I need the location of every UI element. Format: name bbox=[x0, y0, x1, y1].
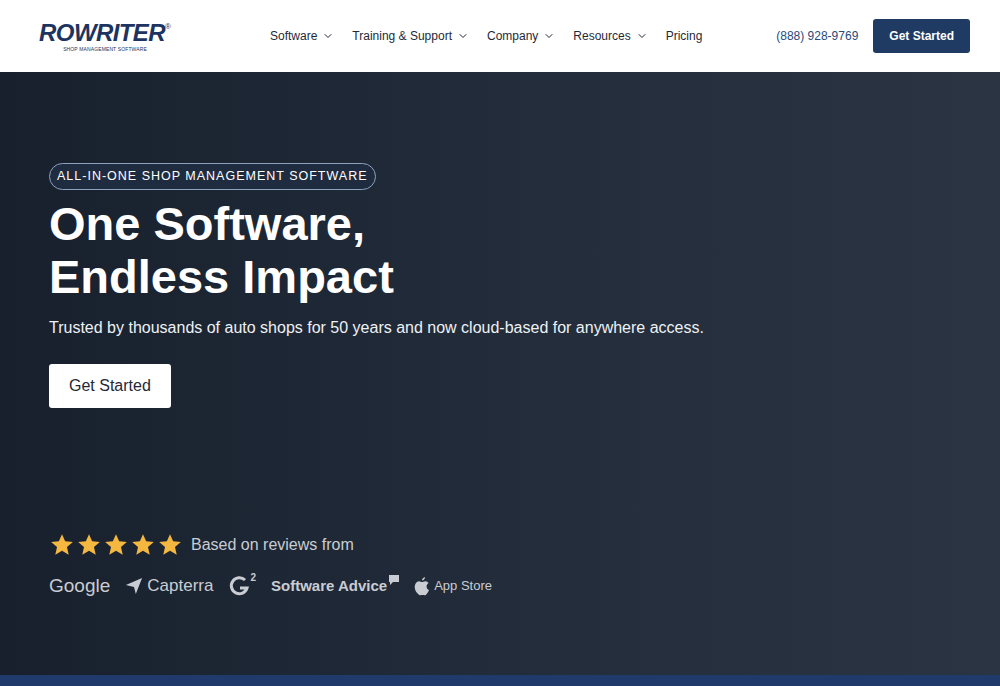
star-icon bbox=[49, 532, 75, 558]
nav-item[interactable]: Company bbox=[487, 27, 555, 45]
hero-subtitle: Trusted by thousands of auto shops for 5… bbox=[49, 316, 951, 340]
google-logo: Google bbox=[49, 572, 110, 601]
logo[interactable]: ROWRITER® SHOP MANAGEMENT SOFTWARE bbox=[30, 21, 180, 52]
g2-logo: 2 bbox=[228, 575, 256, 597]
chevron-down-icon bbox=[543, 30, 555, 42]
nav-item[interactable]: Pricing bbox=[666, 27, 703, 45]
software-advice-logo: Software Advice bbox=[271, 575, 399, 598]
chevron-down-icon bbox=[322, 30, 334, 42]
logo-tagline: SHOP MANAGEMENT SOFTWARE bbox=[63, 47, 147, 52]
app-store-logo: App Store bbox=[414, 576, 492, 596]
phone-number[interactable]: (888) 928-9769 bbox=[776, 27, 858, 45]
main-nav: Software Training & Support Company Resourc… bbox=[270, 27, 702, 45]
review-sources: Google Capterra 2 Software Advice App Store bbox=[49, 572, 951, 601]
bottom-strip bbox=[0, 675, 1000, 686]
star-row bbox=[49, 532, 183, 558]
site-header: ROWRITER® SHOP MANAGEMENT SOFTWARE Softwar… bbox=[0, 0, 1000, 72]
heading-line: Endless Impact bbox=[49, 250, 951, 303]
rating-text: Based on reviews from bbox=[191, 533, 354, 557]
header-cta-button[interactable]: Get Started bbox=[873, 19, 970, 53]
rating: Based on reviews from bbox=[49, 532, 951, 558]
star-icon bbox=[130, 532, 156, 558]
hero-badge: ALL-IN-ONE SHOP MANAGEMENT SOFTWARE bbox=[49, 163, 376, 190]
capterra-logo: Capterra bbox=[125, 573, 213, 599]
hero: ALL-IN-ONE SHOP MANAGEMENT SOFTWARE One S… bbox=[0, 72, 1000, 675]
star-icon bbox=[103, 532, 129, 558]
nav-item[interactable]: Software bbox=[270, 27, 334, 45]
logo-text: ROWRITER bbox=[39, 21, 165, 45]
chevron-down-icon bbox=[457, 30, 469, 42]
hero-cta-button[interactable]: Get Started bbox=[49, 364, 171, 408]
apple-icon bbox=[414, 577, 430, 596]
heading-line: One Software, bbox=[49, 197, 951, 250]
hero-heading: One Software,Endless Impact bbox=[49, 197, 951, 303]
chevron-down-icon bbox=[636, 30, 648, 42]
logo-mark: ® bbox=[165, 21, 171, 33]
star-icon bbox=[76, 532, 102, 558]
page: ROWRITER® SHOP MANAGEMENT SOFTWARE Softwar… bbox=[0, 0, 1000, 686]
g2-ring-icon bbox=[228, 575, 250, 597]
capterra-arrow-icon bbox=[125, 577, 143, 595]
star-icon bbox=[157, 532, 183, 558]
nav-item[interactable]: Resources bbox=[573, 27, 647, 45]
speech-bubble-icon bbox=[389, 575, 399, 585]
nav-item[interactable]: Training & Support bbox=[352, 27, 469, 45]
